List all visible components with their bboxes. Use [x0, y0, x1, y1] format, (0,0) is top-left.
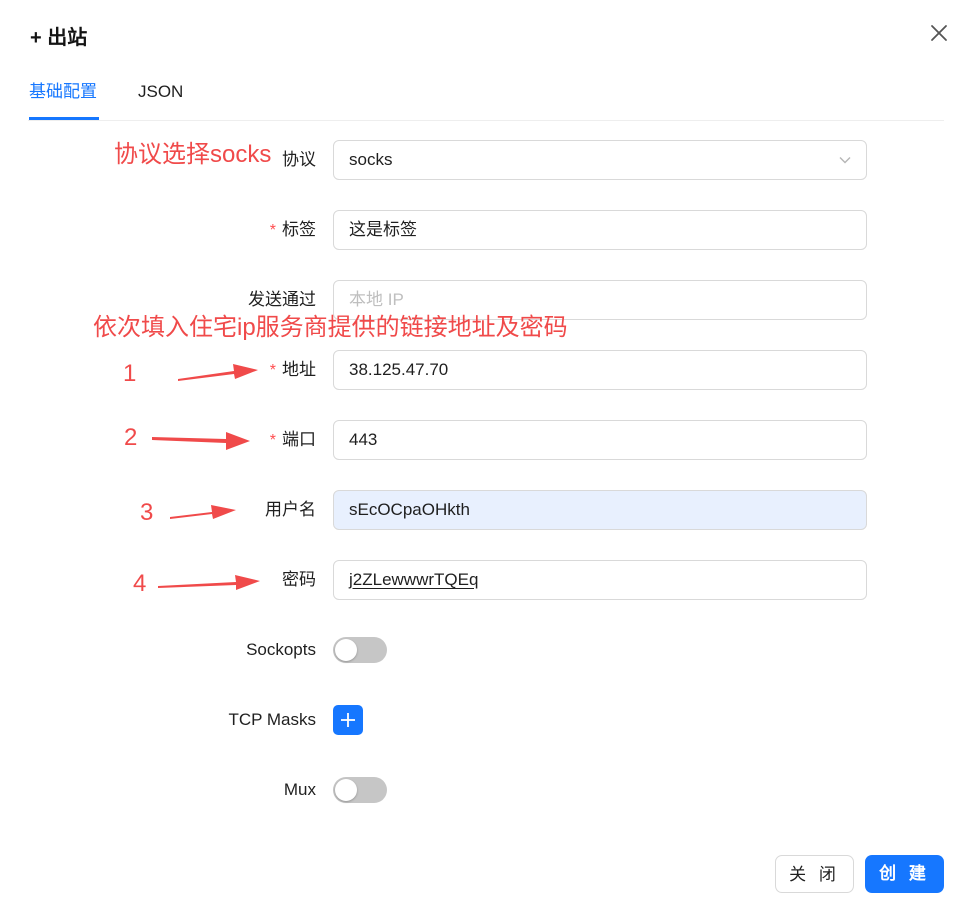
form-row-port: * 端口 443: [0, 420, 968, 460]
annotation-arrow-icon: [178, 364, 258, 381]
form-row-sockopts: Sockopts: [0, 630, 968, 670]
mux-toggle[interactable]: [333, 777, 387, 803]
form-row-tcp-masks: TCP Masks: [0, 700, 968, 740]
create-button[interactable]: 创 建: [865, 855, 944, 893]
required-mark: *: [269, 222, 276, 239]
annotation-protocol-note: 协议选择socks: [114, 141, 272, 168]
tab-basic-config[interactable]: 基础配置: [29, 80, 97, 104]
protocol-label: 协议: [282, 150, 316, 169]
toggle-knob: [335, 639, 357, 661]
annotation-arrow-icon: [152, 432, 250, 450]
modal-title: + 出站: [30, 27, 88, 49]
password-input[interactable]: j2ZLewwwrTQEq: [333, 560, 867, 600]
form-row-address: * 地址 38.125.47.70: [0, 350, 968, 390]
required-mark: *: [269, 432, 276, 449]
annotation-step-4: 4: [133, 570, 147, 597]
annotation-step-2: 2: [124, 424, 138, 451]
chevron-down-icon: [839, 157, 851, 164]
protocol-select[interactable]: socks: [333, 140, 867, 180]
outbound-modal: + 出站 基础配置 JSON 协议 socks * 标签 这是标签 发送通过 本…: [0, 0, 968, 917]
sockopts-toggle[interactable]: [333, 637, 387, 663]
annotation-arrow-icon: [158, 575, 260, 590]
password-label: 密码: [282, 570, 316, 589]
address-input-value: 38.125.47.70: [349, 360, 449, 379]
username-input[interactable]: sEcOCpaOHkth: [333, 490, 867, 530]
username-input-value: sEcOCpaOHkth: [349, 500, 470, 519]
tab-json[interactable]: JSON: [138, 80, 183, 104]
port-label: * 端口: [269, 430, 316, 449]
form-row-mux: Mux: [0, 770, 968, 810]
tag-label: * 标签: [269, 220, 316, 239]
plus-icon: [341, 713, 355, 727]
required-mark: *: [269, 362, 276, 379]
close-button[interactable]: 关 闭: [775, 855, 854, 893]
port-input-value: 443: [349, 430, 378, 449]
close-icon[interactable]: [924, 18, 954, 48]
address-input[interactable]: 38.125.47.70: [333, 350, 867, 390]
tab-bar: 基础配置 JSON: [28, 72, 944, 121]
tag-input[interactable]: 这是标签: [333, 210, 867, 250]
add-tcp-mask-button[interactable]: [333, 705, 363, 735]
sockopts-label: Sockopts: [246, 640, 316, 659]
address-label: * 地址: [269, 360, 316, 379]
tag-input-value: 这是标签: [349, 220, 417, 239]
toggle-knob: [335, 779, 357, 801]
port-input[interactable]: 443: [333, 420, 867, 460]
tcp-masks-label: TCP Masks: [228, 710, 316, 729]
mux-label: Mux: [283, 780, 316, 799]
protocol-select-value: socks: [349, 150, 393, 169]
annotation-fill-note: 依次填入住宅ip服务商提供的链接地址及密码: [93, 314, 568, 341]
tab-active-indicator: [29, 117, 99, 120]
annotation-step-1: 1: [123, 360, 137, 387]
annotation-arrow-icon: [170, 505, 236, 519]
annotation-step-3: 3: [140, 499, 154, 526]
username-label: 用户名: [265, 500, 316, 519]
form-row-tag: * 标签 这是标签: [0, 210, 968, 250]
password-input-value: j2ZLewwwrTQEq: [349, 570, 479, 589]
